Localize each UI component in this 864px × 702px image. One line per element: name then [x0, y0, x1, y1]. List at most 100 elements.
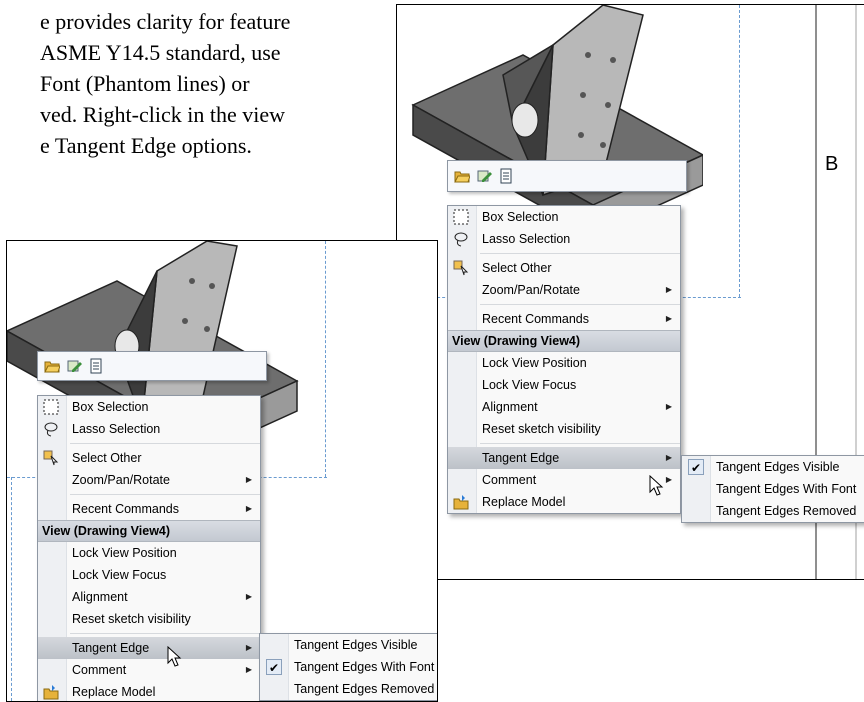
menu-lock-view-focus-label: Lock View Focus	[482, 378, 577, 392]
intro-line-4: ved. Right-click in the view	[40, 102, 285, 127]
submenu-tangent-edges-visible[interactable]: Tangent Edges Visible	[260, 634, 437, 656]
submenu-tangent-edges-removed[interactable]: Tangent Edges Removed	[682, 500, 864, 522]
view-boundary-left	[11, 477, 12, 701]
menu-section-header: View (Drawing View4)	[38, 520, 260, 542]
submenu-arrow-icon: ▶	[665, 402, 672, 411]
tangent-edge-submenu: ✔ Tangent Edges Visible Tangent Edges Wi…	[681, 455, 864, 523]
open-folder-icon[interactable]	[44, 358, 60, 374]
menu-lasso-selection-label: Lasso Selection	[72, 422, 161, 436]
open-folder-icon[interactable]	[454, 168, 470, 184]
select-other-icon	[43, 450, 59, 466]
box-selection-icon	[453, 209, 469, 225]
menu-replace-model[interactable]: Replace Model	[448, 491, 680, 513]
submenu-tangent-edges-with-font[interactable]: ✔ Tangent Edges With Font	[260, 656, 437, 678]
mouse-pointer-icon	[649, 475, 664, 496]
zone-label: B	[825, 153, 839, 175]
submenu-tangent-edges-visible[interactable]: ✔ Tangent Edges Visible	[682, 456, 864, 478]
menu-comment-label: Comment	[72, 663, 127, 677]
menu-comment-label: Comment	[482, 473, 537, 487]
menu-zoom-pan-rotate-label: Zoom/Pan/Rotate	[482, 283, 580, 297]
submenu-arrow-icon: ▶	[245, 665, 252, 674]
menu-lock-view-focus[interactable]: Lock View Focus	[38, 564, 260, 586]
menu-lock-view-focus[interactable]: Lock View Focus	[448, 374, 680, 396]
menu-comment[interactable]: Comment ▶	[448, 469, 680, 491]
menu-comment[interactable]: Comment ▶	[38, 659, 260, 681]
submenu-arrow-icon: ▶	[245, 504, 252, 513]
view-boundary	[739, 5, 740, 297]
menu-alignment[interactable]: Alignment ▶	[448, 396, 680, 418]
box-selection-icon	[43, 399, 59, 415]
menu-replace-model[interactable]: Replace Model	[38, 681, 260, 701]
context-toolbar	[37, 351, 267, 381]
menu-reset-sketch-label: Reset sketch visibility	[72, 612, 191, 626]
mouse-pointer-icon	[167, 646, 182, 667]
intro-paragraph: e provides clarity for feature ASME Y14.…	[0, 6, 400, 161]
menu-reset-sketch-label: Reset sketch visibility	[482, 422, 601, 436]
checkmark-icon: ✔	[688, 459, 704, 475]
context-toolbar	[447, 160, 687, 192]
intro-line-3: Font (Phantom lines) or	[40, 71, 250, 96]
menu-zoom-pan-rotate[interactable]: Zoom/Pan/Rotate ▶	[448, 279, 680, 301]
submenu-visible-label: Tangent Edges Visible	[294, 638, 418, 652]
intro-line-1: e provides clarity for feature	[40, 9, 291, 34]
menu-alignment[interactable]: Alignment ▶	[38, 586, 260, 608]
menu-select-other-label: Select Other	[482, 261, 552, 275]
edit-sketch-icon[interactable]	[476, 168, 492, 184]
edit-sketch-icon[interactable]	[66, 358, 82, 374]
submenu-arrow-icon: ▶	[245, 643, 252, 652]
menu-zoom-pan-rotate-label: Zoom/Pan/Rotate	[72, 473, 170, 487]
menu-lasso-selection[interactable]: Lasso Selection	[38, 418, 260, 440]
intro-line-5: e Tangent Edge options.	[40, 133, 252, 158]
menu-box-selection[interactable]: Box Selection	[38, 396, 260, 418]
menu-lock-view-focus-label: Lock View Focus	[72, 568, 167, 582]
menu-recent-commands-label: Recent Commands	[482, 312, 589, 326]
menu-alignment-label: Alignment	[482, 400, 538, 414]
menu-tangent-edge-label: Tangent Edge	[482, 451, 560, 465]
menu-box-selection[interactable]: Box Selection	[448, 206, 680, 228]
submenu-tangent-edges-with-font[interactable]: Tangent Edges With Font	[682, 478, 864, 500]
menu-lock-view-position[interactable]: Lock View Position	[448, 352, 680, 374]
menu-reset-sketch-visibility[interactable]: Reset sketch visibility	[448, 418, 680, 440]
submenu-visible-label: Tangent Edges Visible	[716, 460, 840, 474]
context-menu: Box Selection Lasso Selection Select Oth…	[447, 205, 681, 514]
menu-lock-view-position-label: Lock View Position	[482, 356, 587, 370]
menu-lasso-selection-label: Lasso Selection	[482, 232, 571, 246]
submenu-with-font-label: Tangent Edges With Font	[716, 482, 857, 496]
lasso-icon	[454, 232, 468, 247]
menu-lock-view-position[interactable]: Lock View Position	[38, 542, 260, 564]
submenu-arrow-icon: ▶	[665, 314, 672, 323]
submenu-removed-label: Tangent Edges Removed	[294, 682, 435, 696]
submenu-arrow-icon: ▶	[245, 592, 252, 601]
menu-lasso-selection[interactable]: Lasso Selection	[448, 228, 680, 250]
menu-tangent-edge-label: Tangent Edge	[72, 641, 150, 655]
menu-select-other-label: Select Other	[72, 451, 142, 465]
menu-tangent-edge[interactable]: Tangent Edge ▶	[38, 637, 260, 659]
menu-recent-commands[interactable]: Recent Commands ▶	[38, 498, 260, 520]
properties-icon[interactable]	[88, 358, 104, 374]
menu-zoom-pan-rotate[interactable]: Zoom/Pan/Rotate ▶	[38, 469, 260, 491]
context-menu: Box Selection Lasso Selection Select Oth…	[37, 395, 261, 701]
menu-recent-commands[interactable]: Recent Commands ▶	[448, 308, 680, 330]
menu-box-selection-label: Box Selection	[72, 400, 149, 414]
replace-model-icon	[43, 685, 59, 700]
checkmark-icon: ✔	[266, 659, 282, 675]
menu-alignment-label: Alignment	[72, 590, 128, 604]
submenu-tangent-edges-removed[interactable]: Tangent Edges Removed	[260, 678, 437, 700]
menu-tangent-edge[interactable]: Tangent Edge ▶	[448, 447, 680, 469]
menu-select-other[interactable]: Select Other	[448, 257, 680, 279]
submenu-arrow-icon: ▶	[245, 475, 252, 484]
menu-box-selection-label: Box Selection	[482, 210, 559, 224]
view-boundary	[325, 241, 326, 477]
left-screenshot: Box Selection Lasso Selection Select Oth…	[6, 240, 438, 702]
menu-recent-commands-label: Recent Commands	[72, 502, 179, 516]
submenu-removed-label: Tangent Edges Removed	[716, 504, 857, 518]
menu-reset-sketch-visibility[interactable]: Reset sketch visibility	[38, 608, 260, 630]
lasso-icon	[44, 422, 58, 437]
menu-lock-view-position-label: Lock View Position	[72, 546, 177, 560]
submenu-arrow-icon: ▶	[665, 453, 672, 462]
menu-select-other[interactable]: Select Other	[38, 447, 260, 469]
tangent-edge-submenu: Tangent Edges Visible ✔ Tangent Edges Wi…	[259, 633, 437, 701]
properties-icon[interactable]	[498, 168, 514, 184]
menu-replace-model-label: Replace Model	[72, 685, 156, 699]
replace-model-icon	[453, 495, 469, 510]
